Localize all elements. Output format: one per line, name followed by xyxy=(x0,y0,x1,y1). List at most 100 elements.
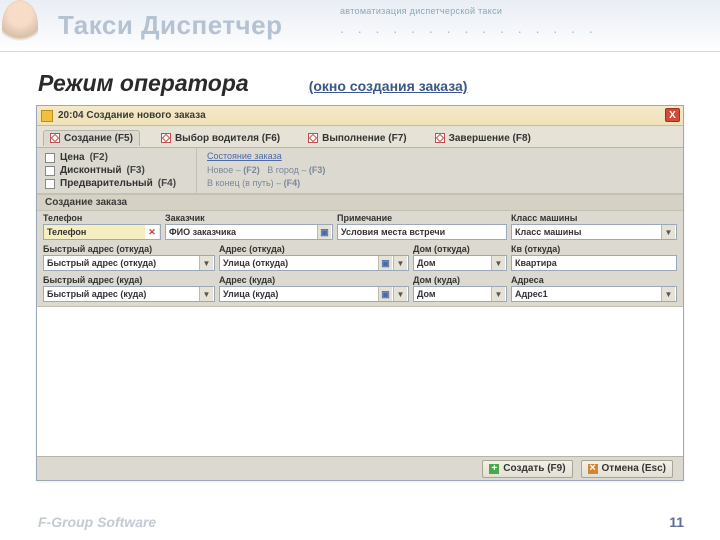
status-link[interactable]: Состояние заказа xyxy=(207,150,673,164)
operator-avatar xyxy=(2,0,38,48)
clear-icon[interactable]: ✕ xyxy=(145,225,159,239)
tab-label: Завершение (F8) xyxy=(449,133,531,144)
check-preliminary[interactable]: Предварительный (F4) xyxy=(45,177,188,190)
banner-title: Такси Диспетчер xyxy=(58,10,283,41)
lookup-icon[interactable]: ▣ xyxy=(317,225,331,239)
cell-house-to: Дом (куда) Дом ▼ xyxy=(413,275,507,302)
house-from-value: Дом xyxy=(417,258,436,268)
cell-apt-from: Кв (откуда) Квартира xyxy=(511,244,677,271)
check-label: Дисконтный xyxy=(60,165,121,176)
client-input[interactable]: ФИО заказчика ▣ xyxy=(165,224,333,240)
plus-icon xyxy=(489,464,499,474)
fast-to-input[interactable]: Быстрый адрес (куда) ▼ xyxy=(43,286,215,302)
cell-addr-to: Адрес (куда) Улица (куда) ▣ ▼ xyxy=(219,275,409,302)
cancel-button[interactable]: Отмена (Esc) xyxy=(581,460,673,478)
addr-to-input[interactable]: Улица (куда) ▣ ▼ xyxy=(219,286,409,302)
fast-to-label: Быстрый адрес (куда) xyxy=(43,275,215,285)
tab-icon xyxy=(50,133,60,143)
banner-dots: . . . . . . . . . . . . . . . xyxy=(340,20,598,36)
tab-label: Выбор водителя (F6) xyxy=(175,133,280,144)
house-to-label: Дом (куда) xyxy=(413,275,507,285)
chevron-down-icon[interactable]: ▼ xyxy=(393,287,407,301)
cell-client: Заказчик ФИО заказчика ▣ xyxy=(165,213,333,240)
chevron-down-icon[interactable]: ▼ xyxy=(491,256,505,270)
fast-from-input[interactable]: Быстрый адрес (откуда) ▼ xyxy=(43,255,215,271)
tab-icon xyxy=(161,133,171,143)
chevron-down-icon[interactable]: ▼ xyxy=(199,287,213,301)
checkbox-icon[interactable] xyxy=(45,153,55,163)
class-select[interactable]: Класс машины ▼ xyxy=(511,224,677,240)
class-label: Класс машины xyxy=(511,213,677,223)
apt-from-input[interactable]: Квартира xyxy=(511,255,677,271)
checkbox-icon[interactable] xyxy=(45,179,55,189)
check-discount[interactable]: Дисконтный (F3) xyxy=(45,164,188,177)
check-key: (F4) xyxy=(158,178,176,189)
status-line2: В конец (в путь) – (F4) xyxy=(207,177,673,191)
cell-addresses: Адреса Адрес1 ▼ xyxy=(511,275,677,302)
chevron-down-icon[interactable]: ▼ xyxy=(199,256,213,270)
footer-page: 11 xyxy=(669,514,684,530)
cell-addr-from: Адрес (откуда) Улица (откуда) ▣ ▼ xyxy=(219,244,409,271)
tab-icon xyxy=(308,133,318,143)
note-value: Условия места встречи xyxy=(341,227,445,237)
checkbox-icon[interactable] xyxy=(45,166,55,176)
close-icon xyxy=(588,464,598,474)
chevron-down-icon[interactable]: ▼ xyxy=(491,287,505,301)
tab-create[interactable]: Создание (F5) xyxy=(43,130,140,146)
page-title: Режим оператора xyxy=(38,70,249,97)
window-icon xyxy=(41,110,53,122)
addr-to-label: Адрес (куда) xyxy=(219,275,409,285)
order-detail-area xyxy=(37,306,683,456)
note-label: Примечание xyxy=(337,213,507,223)
create-button[interactable]: Создать (F9) xyxy=(482,460,572,478)
cell-house-from: Дом (откуда) Дом ▼ xyxy=(413,244,507,271)
tab-strip: Создание (F5) Выбор водителя (F6) Выполн… xyxy=(37,126,683,148)
lookup-icon[interactable]: ▣ xyxy=(378,287,392,301)
addresses-value: Адрес1 xyxy=(515,289,548,299)
cell-class: Класс машины Класс машины ▼ xyxy=(511,213,677,240)
phone-input[interactable]: Телефон ✕ xyxy=(43,224,161,240)
form-row-3: Быстрый адрес (куда) Быстрый адрес (куда… xyxy=(37,273,683,306)
footer-brand: F-Group Software xyxy=(38,514,156,530)
note-input[interactable]: Условия места встречи xyxy=(337,224,507,240)
addresses-input[interactable]: Адрес1 ▼ xyxy=(511,286,677,302)
lookup-icon[interactable]: ▣ xyxy=(378,256,392,270)
chevron-down-icon[interactable]: ▼ xyxy=(661,287,675,301)
tab-driver[interactable]: Выбор водителя (F6) xyxy=(154,130,287,146)
chevron-down-icon[interactable]: ▼ xyxy=(661,225,675,239)
options-row: Цена (F2) Дисконтный (F3) Предварительны… xyxy=(37,148,683,194)
banner-subtitle: автоматизация диспетчерской такси xyxy=(340,6,502,16)
phone-label: Телефон xyxy=(43,213,161,223)
addr-from-input[interactable]: Улица (откуда) ▣ ▼ xyxy=(219,255,409,271)
addresses-label: Адреса xyxy=(511,275,677,285)
fast-from-value: Быстрый адрес (откуда) xyxy=(47,258,156,268)
check-price[interactable]: Цена (F2) xyxy=(45,151,188,164)
tab-finish[interactable]: Завершение (F8) xyxy=(428,130,538,146)
order-window: 20:04 Создание нового заказа X Создание … xyxy=(36,105,684,481)
apt-from-value: Квартира xyxy=(515,258,557,268)
page-heading: Режим оператора (окно создания заказа) xyxy=(38,70,720,97)
check-label: Предварительный xyxy=(60,178,153,189)
cell-fast-from: Быстрый адрес (откуда) Быстрый адрес (от… xyxy=(43,244,215,271)
checkbox-column: Цена (F2) Дисконтный (F3) Предварительны… xyxy=(37,148,197,193)
form-row-2: Быстрый адрес (откуда) Быстрый адрес (от… xyxy=(37,242,683,273)
house-from-input[interactable]: Дом ▼ xyxy=(413,255,507,271)
fast-to-value: Быстрый адрес (куда) xyxy=(47,289,146,299)
tab-label: Создание (F5) xyxy=(64,133,133,144)
client-label: Заказчик xyxy=(165,213,333,223)
check-key: (F2) xyxy=(90,152,108,163)
house-to-input[interactable]: Дом ▼ xyxy=(413,286,507,302)
addr-from-label: Адрес (откуда) xyxy=(219,244,409,254)
tab-label: Выполнение (F7) xyxy=(322,133,406,144)
house-from-label: Дом (откуда) xyxy=(413,244,507,254)
cell-phone: Телефон Телефон ✕ xyxy=(43,213,161,240)
form-row-1: Телефон Телефон ✕ Заказчик ФИО заказчика… xyxy=(37,211,683,242)
tab-execute[interactable]: Выполнение (F7) xyxy=(301,130,413,146)
create-button-label: Создать (F9) xyxy=(503,463,565,474)
chevron-down-icon[interactable]: ▼ xyxy=(393,256,407,270)
tab-icon xyxy=(435,133,445,143)
check-label: Цена xyxy=(60,152,85,163)
close-button[interactable]: X xyxy=(665,108,680,122)
header-banner: Такси Диспетчер автоматизация диспетчерс… xyxy=(0,0,720,52)
window-titlebar: 20:04 Создание нового заказа X xyxy=(37,106,683,126)
